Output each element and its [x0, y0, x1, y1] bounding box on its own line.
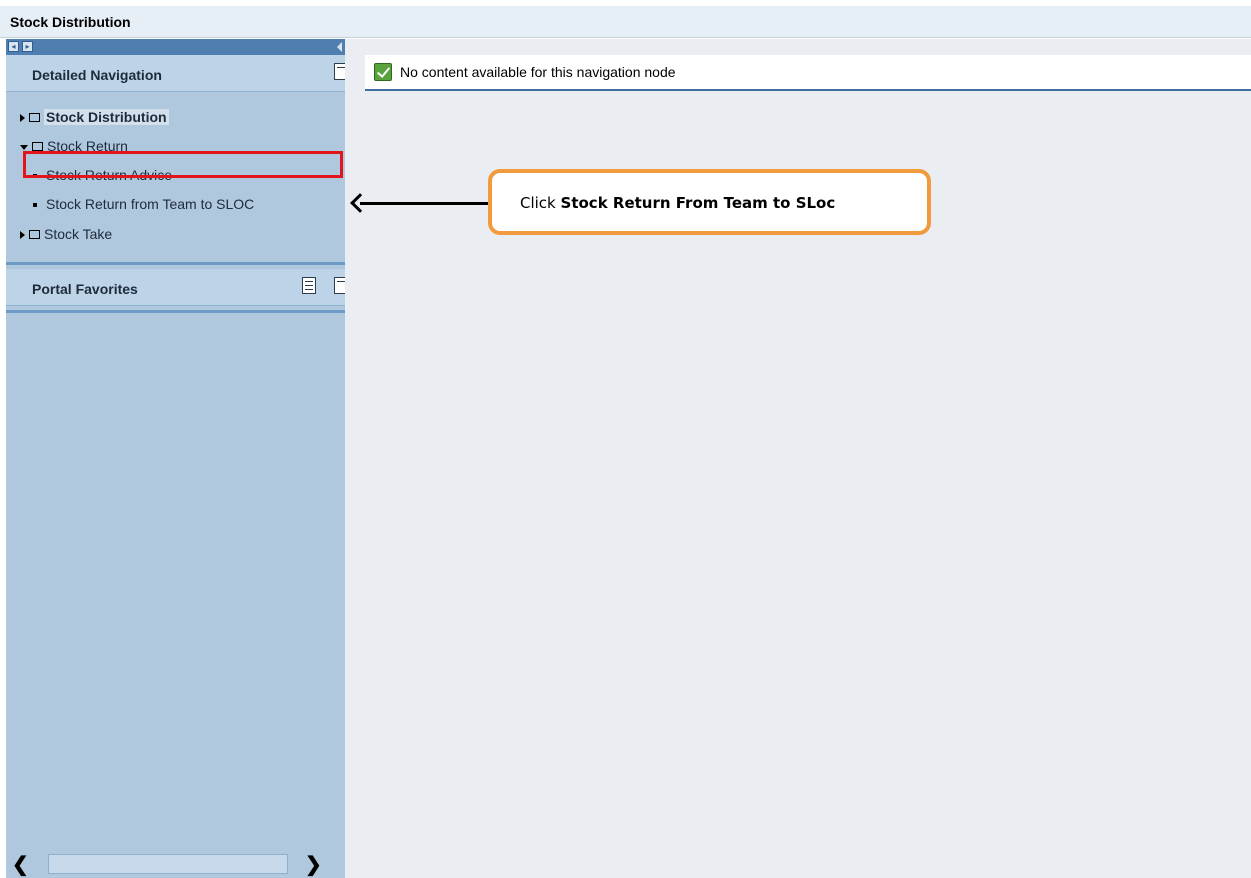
scroll-right-icon[interactable]: ▸ [22, 41, 33, 52]
highlight-box [23, 151, 343, 178]
panel-divider [6, 310, 345, 313]
detailed-navigation-title: Detailed Navigation [32, 67, 162, 83]
pointer-arrow [360, 202, 488, 205]
panel-divider [6, 262, 345, 265]
collapse-panel-icon[interactable] [337, 42, 342, 52]
bullet-icon [33, 203, 37, 208]
page-title: Stock Distribution [10, 14, 131, 30]
callout-prefix: Click [520, 194, 556, 212]
instruction-callout: Click Stock Return From Team to SLoc [488, 169, 931, 235]
nav-item-stock-return-from-team-to-sloc[interactable]: Stock Return from Team to SLOC [33, 194, 254, 214]
nav-item-stock-distribution[interactable]: Stock Distribution [20, 107, 169, 127]
horizontal-scrollbar[interactable]: ❮ ❯ [6, 849, 345, 878]
message-text: No content available for this navigation… [400, 64, 676, 80]
nav-item-label: Stock Distribution [44, 109, 169, 125]
collapse-arrow-icon[interactable] [20, 144, 28, 150]
folder-icon [32, 141, 43, 151]
scroll-left-icon[interactable]: ◂ [8, 41, 19, 52]
detailed-navigation-header[interactable]: Detailed Navigation [6, 55, 348, 92]
favorites-list-icon[interactable] [302, 277, 316, 294]
portal-favorites-header[interactable]: Portal Favorites [6, 269, 348, 306]
content-area: No content available for this navigation… [345, 39, 1251, 878]
callout-target: Stock Return From Team to SLoc [560, 194, 836, 212]
scroll-right-arrow-icon[interactable]: ❯ [305, 852, 322, 877]
folder-icon [29, 229, 40, 239]
message-bar: No content available for this navigation… [365, 55, 1251, 91]
nav-item-stock-take[interactable]: Stock Take [20, 224, 112, 244]
portal-favorites-title: Portal Favorites [32, 281, 138, 297]
nav-item-label: Stock Take [44, 226, 113, 242]
scrollbar-thumb[interactable] [48, 854, 288, 874]
nav-item-label: Stock Return from Team to SLOC [46, 196, 255, 212]
expand-arrow-icon[interactable] [20, 231, 25, 240]
green-check-icon [374, 63, 392, 81]
panel-toolbar-strip: ◂ ▸ [6, 39, 345, 55]
title-bar: Stock Distribution [0, 6, 1251, 38]
scroll-left-arrow-icon[interactable]: ❮ [12, 852, 29, 877]
folder-icon [29, 112, 40, 122]
callout-text: Click Stock Return From Team to SLoc [520, 194, 835, 212]
expand-arrow-icon[interactable] [20, 114, 25, 123]
